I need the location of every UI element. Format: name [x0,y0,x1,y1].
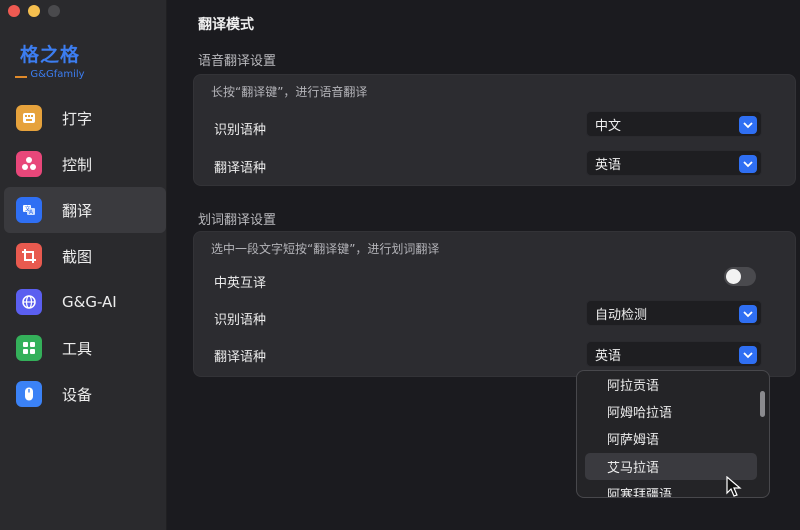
cn-en-toggle[interactable] [724,267,756,286]
tools-grid-icon [16,335,42,361]
sidebar-item-typing[interactable]: 打字 [4,95,166,141]
dropdown-option[interactable]: 阿萨姆语 [585,425,757,452]
sidebar-item-translate[interactable]: 文A 翻译 [4,187,166,233]
brand-name-en: G&Gfamily [30,69,85,80]
sidebar-item-label: 翻译 [62,201,93,220]
cn-en-toggle-label: 中英互译 [214,276,267,291]
mouse-pointer-icon [726,476,742,497]
select-value: 英语 [595,348,622,364]
select-value: 自动检测 [595,307,648,323]
toggle-knob [726,269,741,284]
chevron-down-icon [739,116,757,134]
word-recognize-language-select[interactable]: 自动检测 [586,300,762,326]
word-section-description: 选中一段文字短按“翻译键”，进行划词翻译 [211,242,440,256]
typing-icon [16,105,42,131]
brand-mark-icon [15,72,28,78]
select-value: 英语 [595,157,622,173]
sidebar-item-label: 控制 [62,155,93,174]
word-target-language-label: 翻译语种 [214,350,267,365]
sidebar-item-control[interactable]: 控制 [4,141,166,187]
word-target-language-select[interactable]: 英语 [586,341,762,367]
sidebar-item-label: G&G-AI [62,293,117,311]
fan-control-icon [16,151,42,177]
sidebar-item-label: 打字 [62,109,93,128]
minimize-window-button[interactable] [28,5,40,17]
select-value: 中文 [595,118,622,134]
voice-section-description: 长按“翻译键”，进行语音翻译 [211,85,368,99]
mouse-icon [16,381,42,407]
voice-settings-panel: 长按“翻译键”，进行语音翻译 识别语种 中文 翻译语种 英语 [193,74,796,186]
brand-name-cn: 格之格 [19,44,80,66]
word-settings-panel: 选中一段文字短按“翻译键”，进行划词翻译 中英互译 识别语种 自动检测 翻译语种… [193,231,796,377]
zoom-window-button[interactable] [48,5,60,17]
window-controls [8,5,60,17]
sidebar-item-label: 工具 [62,339,93,358]
sidebar-nav: 打字 控制 文A 翻译 截图 G&G-AI 工具 设备 [0,95,167,417]
brand-logo: 格之格 G&Gfamily [0,40,100,80]
sidebar-item-tools[interactable]: 工具 [4,325,166,371]
sidebar-item-gg-ai[interactable]: G&G-AI [4,279,166,325]
sidebar-item-screenshot[interactable]: 截图 [4,233,166,279]
voice-target-language-select[interactable]: 英语 [586,150,762,176]
translate-icon: 文A [16,197,42,223]
chevron-down-icon [739,346,757,364]
dropdown-option[interactable]: 阿姆哈拉语 [585,398,757,425]
sidebar-item-label: 截图 [62,247,93,266]
page-title: 翻译模式 [198,17,254,33]
sidebar-item-devices[interactable]: 设备 [4,371,166,417]
app-window: 格之格 G&Gfamily 打字 控制 文A 翻译 截图 G&G-AI 工具 设… [0,0,800,530]
globe-icon [16,289,42,315]
chevron-down-icon [739,305,757,323]
sidebar: 格之格 G&Gfamily 打字 控制 文A 翻译 截图 G&G-AI 工具 设… [0,0,167,530]
sidebar-item-label: 设备 [62,385,93,404]
voice-recognize-language-select[interactable]: 中文 [586,111,762,137]
dropdown-option[interactable]: 阿拉贡语 [585,371,757,398]
crop-icon [16,243,42,269]
word-recognize-language-label: 识别语种 [214,313,267,328]
dropdown-scrollbar[interactable] [760,391,765,417]
voice-target-language-label: 翻译语种 [214,161,267,176]
word-section-title: 划词翻译设置 [198,213,277,228]
chevron-down-icon [739,155,757,173]
voice-recognize-language-label: 识别语种 [214,123,267,138]
voice-section-title: 语音翻译设置 [198,54,277,69]
close-window-button[interactable] [8,5,20,17]
